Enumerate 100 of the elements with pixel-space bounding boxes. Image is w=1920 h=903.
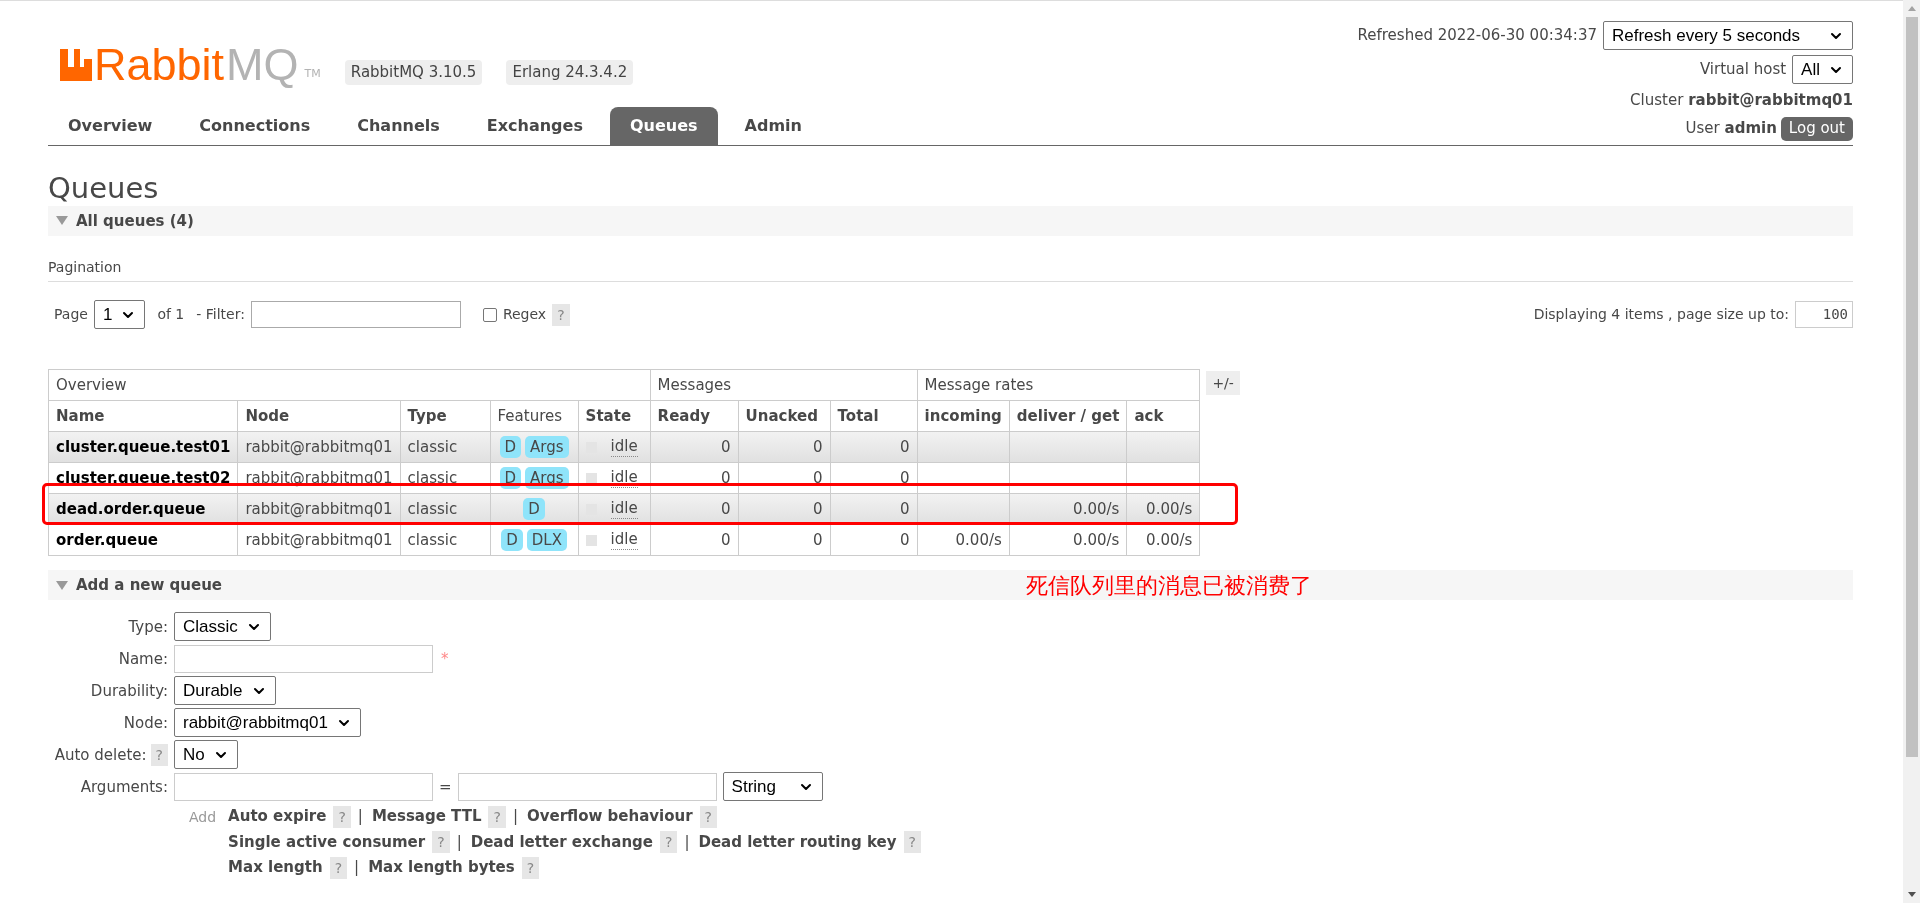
filter-label: - Filter: xyxy=(196,305,245,325)
table-cell: 0 xyxy=(830,431,918,463)
cluster-info: Cluster rabbit@rabbitmq01 xyxy=(1630,90,1853,111)
column-header: Features xyxy=(490,400,579,432)
state-indicator xyxy=(585,472,597,484)
collapse-triangle-icon[interactable] xyxy=(56,216,68,226)
version-badge: Erlang 24.3.4.2 xyxy=(506,60,634,85)
table-cell: classic xyxy=(400,524,491,556)
page-count: of 1 xyxy=(157,305,185,325)
nav-tab[interactable]: Exchanges xyxy=(466,106,603,145)
field-label: Type: xyxy=(128,616,168,638)
virtual-host-label: Virtual host xyxy=(1699,59,1787,81)
refreshed-time: Refreshed 2022-06-30 00:34:37 xyxy=(1357,25,1597,47)
table-cell: 0 xyxy=(830,524,918,556)
queue-name-link[interactable]: order.queue xyxy=(48,524,238,556)
table-cell: 0 xyxy=(738,431,831,463)
argument-link[interactable]: Dead letter routing key xyxy=(698,830,897,854)
annotation-text: 死信队列里的消息已被消费了 xyxy=(1026,572,1312,601)
separator: | xyxy=(354,857,360,879)
dropdown-select[interactable]: rabbit@rabbitmq01 xyxy=(174,708,361,738)
argument-link[interactable]: Overflow behaviour xyxy=(527,805,693,828)
nav-tab[interactable]: Overview xyxy=(48,106,173,145)
nav-tab[interactable]: Queues xyxy=(609,106,718,145)
refresh-select[interactable]: Refresh every 5 seconds xyxy=(1603,21,1853,50)
table-cell: classic xyxy=(400,431,491,463)
queue-name-link[interactable]: dead.order.queue xyxy=(48,493,238,525)
nav-tab[interactable]: Admin xyxy=(724,106,822,145)
table-cell: rabbit@rabbitmq01 xyxy=(237,524,401,556)
user-info: User admin xyxy=(1685,118,1777,140)
regex-label: Regex xyxy=(502,305,547,325)
feature-badge: D xyxy=(499,436,522,458)
column-group-header: Messages xyxy=(650,369,918,401)
columns-toggle-button[interactable]: +/- xyxy=(1206,371,1240,396)
argument-link[interactable]: Single active consumer xyxy=(228,830,426,854)
queue-name-link[interactable]: cluster.queue.test01 xyxy=(48,431,238,463)
state-label: idle xyxy=(610,437,638,458)
argument-link[interactable]: Max length bytes xyxy=(368,856,515,879)
feature-badge: DLX xyxy=(526,529,567,551)
state-label: idle xyxy=(610,499,638,520)
section-header[interactable]: All queues (4) xyxy=(48,205,1853,236)
required-asterisk: * xyxy=(441,648,449,670)
table-cell: classic xyxy=(400,462,491,494)
column-header: Total xyxy=(830,400,918,432)
queue-name-link[interactable]: cluster.queue.test02 xyxy=(48,462,238,494)
state-indicator xyxy=(585,534,597,546)
dropdown-select[interactable]: String xyxy=(722,772,823,802)
dropdown-select[interactable]: Classic xyxy=(174,612,271,642)
argument-link[interactable]: Message TTL xyxy=(371,805,482,828)
table-cell: 0 xyxy=(738,462,831,494)
feature-badge: Args xyxy=(525,436,569,458)
argument-link[interactable]: Dead letter exchange xyxy=(470,830,653,854)
column-header: Name xyxy=(48,400,238,432)
filter-field[interactable] xyxy=(250,301,461,329)
input-field[interactable] xyxy=(174,772,433,801)
table-cell: rabbit@rabbitmq01 xyxy=(237,462,401,494)
rabbitmq-logo: RabbitMQ TM xyxy=(60,41,321,87)
table-cell: 0 xyxy=(650,462,739,494)
table-cell: 0 xyxy=(738,524,831,556)
state-label: idle xyxy=(610,530,638,551)
pagination-heading: Pagination xyxy=(48,258,122,275)
table-cell: 0 xyxy=(650,431,739,463)
field-label: Node: xyxy=(123,712,168,734)
column-header: Type xyxy=(400,400,491,432)
column-header: State xyxy=(578,400,651,432)
table-cell: 0.00/s xyxy=(1009,524,1127,556)
column-header: ack xyxy=(1126,400,1200,432)
field-label: Arguments: xyxy=(80,776,168,798)
dropdown-select[interactable]: Durable xyxy=(174,676,276,706)
table-cell: 0.00/s xyxy=(1126,524,1200,556)
dropdown-select[interactable]: No xyxy=(174,740,238,770)
collapse-triangle-icon[interactable] xyxy=(56,580,68,590)
equals-sign: = xyxy=(439,776,452,798)
nav-tab[interactable]: Connections xyxy=(179,106,331,145)
separator: | xyxy=(512,806,518,828)
regex-checkbox[interactable] xyxy=(482,307,497,322)
field-label: Auto delete: xyxy=(54,744,147,766)
virtual-host-select[interactable]: All xyxy=(1792,55,1853,84)
page-size-field[interactable]: 100 xyxy=(1795,301,1853,329)
feature-badge: D xyxy=(501,529,523,551)
column-header: deliver / get xyxy=(1009,400,1127,432)
input-field[interactable] xyxy=(174,644,433,673)
separator: | xyxy=(684,831,690,853)
separator: | xyxy=(456,831,462,853)
argument-link[interactable]: Max length xyxy=(228,856,323,879)
table-cell: rabbit@rabbitmq01 xyxy=(237,431,401,463)
table-cell: 0 xyxy=(650,524,739,556)
page-title: Queues xyxy=(48,169,160,206)
scrollbar-thumb[interactable] xyxy=(1905,17,1918,757)
page-label: Page xyxy=(54,305,88,325)
input-field[interactable] xyxy=(457,772,717,801)
scrollbar[interactable] xyxy=(1903,0,1920,903)
column-header: Unacked xyxy=(738,400,831,432)
column-group-header: Overview xyxy=(48,369,651,401)
nav-tab[interactable]: Channels xyxy=(337,106,460,145)
page-select[interactable]: 1 xyxy=(93,300,146,330)
displaying-info: Displaying 4 items , page size up to: xyxy=(1533,305,1789,325)
table-cell: 0 xyxy=(830,462,918,494)
argument-link[interactable]: Auto expire xyxy=(228,805,327,828)
separator: | xyxy=(357,806,363,828)
logout-button[interactable]: Log out xyxy=(1780,116,1853,141)
